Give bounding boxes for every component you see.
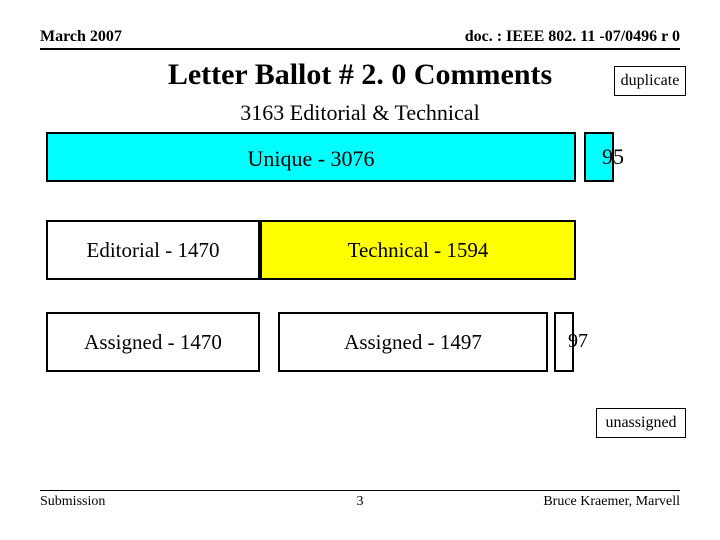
assigned-editorial-box: Assigned - 1470 xyxy=(46,312,260,372)
total-row-label: 3163 Editorial & Technical xyxy=(0,100,720,126)
unassigned-count-label: 97 xyxy=(568,330,588,353)
footer-rule xyxy=(40,490,680,491)
header-date: March 2007 xyxy=(40,28,122,46)
category-row: Editorial - 1470 Technical - 1594 xyxy=(46,220,576,280)
slide-title: Letter Ballot # 2. 0 Comments xyxy=(0,58,720,92)
assigned-row: Assigned - 1470 Assigned - 1497 97 xyxy=(46,312,606,372)
header-docref: doc. : IEEE 802. 11 -07/0496 r 0 xyxy=(465,28,680,46)
unique-row: Unique - 3076 95 xyxy=(46,132,674,182)
unique-box: Unique - 3076 xyxy=(46,132,576,182)
duplicate-label-box: duplicate xyxy=(614,66,686,96)
technical-box: Technical - 1594 xyxy=(260,220,576,280)
editorial-box: Editorial - 1470 xyxy=(46,220,260,280)
duplicate-count-label: 95 xyxy=(602,144,624,170)
slide-header: March 2007 doc. : IEEE 802. 11 -07/0496 … xyxy=(40,28,680,46)
footer-page: 3 xyxy=(40,494,680,510)
header-rule xyxy=(40,48,680,50)
unassigned-label-box: unassigned xyxy=(596,408,686,438)
slide-footer: Submission 3 Bruce Kraemer, Marvell xyxy=(40,494,680,510)
assigned-technical-box: Assigned - 1497 xyxy=(278,312,548,372)
